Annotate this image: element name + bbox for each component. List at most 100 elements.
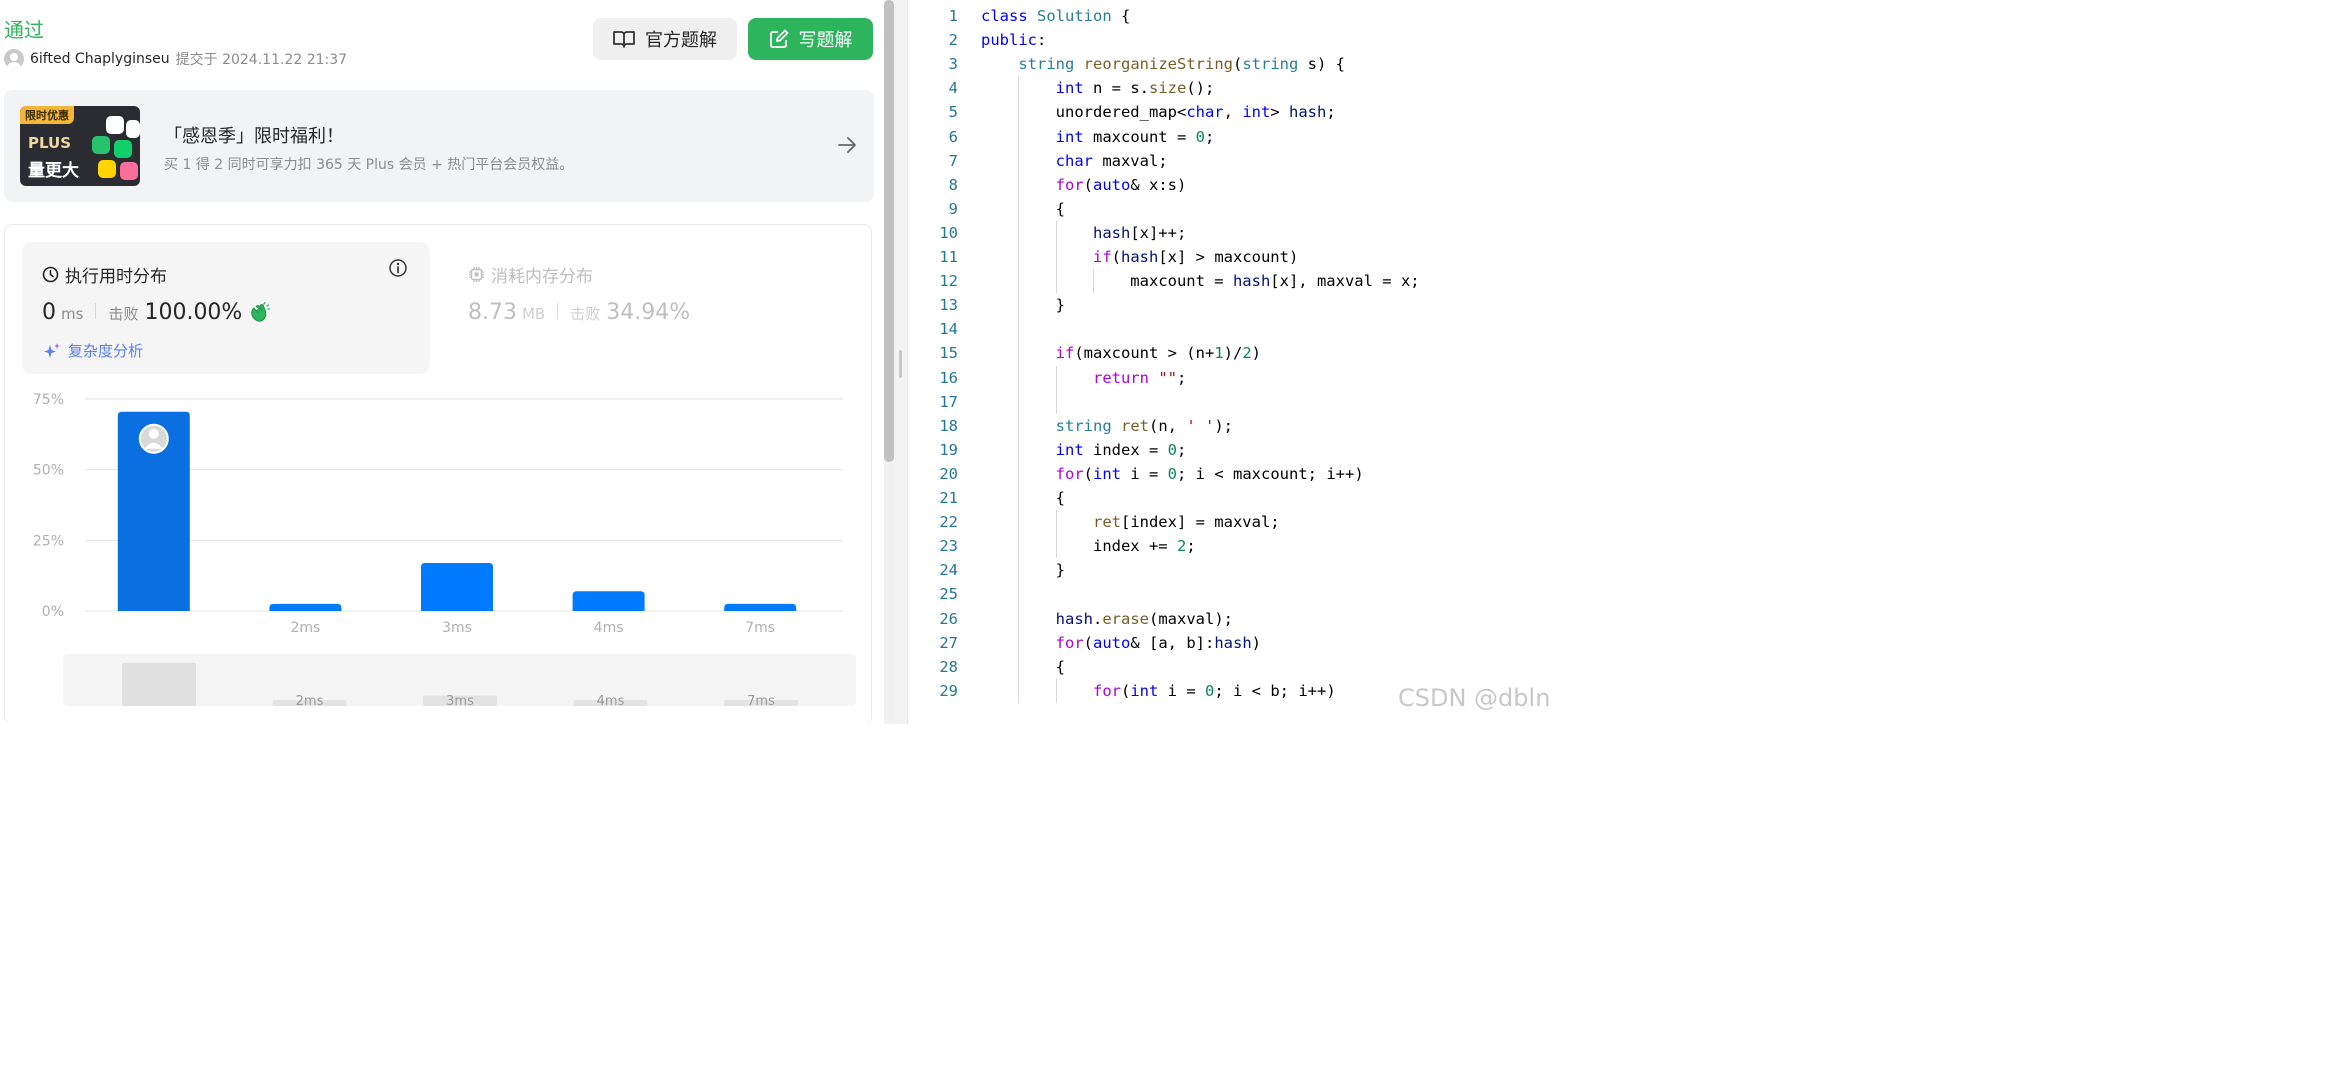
code-text: ret[index] = maxval; — [1092, 513, 1280, 532]
code-line[interactable]: 6 int maxcount = 0; — [908, 125, 1568, 149]
code-editor[interactable]: 1 class Solution { 2 public: 3 string reorga… — [908, 4, 1568, 724]
code-line[interactable]: 8 for(auto& x:s) — [908, 173, 1568, 197]
code-line[interactable]: 15 if(maxcount > (n+1)/2) — [908, 341, 1568, 365]
line-number: 16 — [939, 368, 958, 387]
code-text: public: — [981, 31, 1047, 50]
code-text: if(hash[x] > maxcount) — [1092, 248, 1299, 266]
line-number: 25 — [939, 585, 958, 604]
code-text: int maxcount = 0; — [1055, 127, 1215, 146]
line-number: 17 — [939, 392, 958, 411]
brush-bar — [122, 662, 196, 706]
line-number: 21 — [939, 489, 958, 507]
code-text: { — [981, 199, 1065, 218]
avatar-head — [148, 428, 159, 439]
chart-bar[interactable] — [421, 562, 493, 611]
code-line[interactable]: 13 } — [908, 293, 1568, 317]
code-line[interactable]: 4 int n = s.size(); — [908, 76, 1568, 100]
brush-tick-label: 7ms — [747, 694, 775, 706]
code-line[interactable]: 2 public: — [908, 28, 1568, 52]
line-number: 12 — [939, 272, 958, 291]
line-number: 10 — [939, 223, 958, 242]
code-text: class Solution { — [981, 7, 1131, 25]
line-number: 9 — [948, 199, 958, 218]
runtime-distribution-chart[interactable]: 75% 50% 25% 0% 2ms 3ms 4ms 7ms — [0, 0, 884, 650]
code-text: unordered_map<char, int> hash; — [981, 103, 1336, 122]
y-tick-label: 50% — [33, 463, 64, 479]
y-tick-label: 75% — [33, 392, 64, 408]
panel-resize-handle[interactable] — [894, 0, 908, 724]
drag-handle-icon[interactable] — [899, 350, 902, 378]
brush-tick-label: 4ms — [597, 694, 625, 706]
indent-guide — [1055, 365, 1057, 414]
x-tick-label: 3ms — [442, 620, 472, 636]
line-number: 24 — [939, 561, 958, 580]
line-number: 23 — [939, 537, 958, 556]
code-line[interactable]: 17 — [908, 390, 1568, 414]
line-number: 20 — [939, 464, 958, 483]
line-number: 18 — [939, 416, 958, 435]
scrollbar-thumb[interactable] — [884, 0, 894, 462]
code-text: maxcount = hash[x], maxval = x; — [981, 272, 1420, 291]
code-line[interactable]: 5 unordered_map<char, int> hash; — [908, 100, 1568, 124]
indent-guide — [1055, 510, 1057, 559]
code-line[interactable]: 25 — [908, 582, 1568, 606]
brush-preview: 2ms 3ms 4ms 7ms — [122, 662, 798, 706]
line-number: 15 — [939, 344, 958, 363]
code-text: int n = s.size(); — [1055, 79, 1215, 98]
code-text: if(maxcount > (n+1)/2) — [1055, 344, 1262, 363]
code-line[interactable]: 7 char maxval; — [908, 149, 1568, 173]
code-line[interactable]: 1 class Solution { — [908, 4, 1568, 28]
code-line[interactable]: 20 for(int i = 0; i < maxcount; i++) — [908, 462, 1568, 486]
line-number: 14 — [939, 320, 958, 339]
line-number: 28 — [939, 657, 958, 676]
code-text: { — [981, 489, 1065, 507]
code-text: index += 2; — [981, 537, 1196, 556]
code-text: int index = 0; — [1055, 440, 1187, 459]
code-line[interactable]: 19 int index = 0; — [908, 438, 1568, 462]
code-line[interactable]: 14 — [908, 317, 1568, 341]
line-number: 26 — [939, 609, 958, 628]
code-line[interactable]: 28 { — [908, 655, 1568, 679]
chart-range-brush[interactable]: 2ms 3ms 4ms 7ms — [63, 654, 856, 706]
code-line[interactable]: 3 string reorganizeString(string s) { — [908, 52, 1568, 76]
code-line[interactable]: 23 index += 2; — [908, 534, 1568, 558]
brush-tick-label: 3ms — [446, 694, 474, 706]
code-line[interactable]: 27 for(auto& [a, b]:hash) — [908, 631, 1568, 655]
line-number: 11 — [939, 248, 958, 266]
chart-bar[interactable] — [724, 603, 797, 611]
code-line[interactable]: 12 maxcount = hash[x], maxval = x; — [908, 269, 1568, 293]
line-number: 2 — [948, 31, 958, 50]
code-line[interactable]: 21 { — [908, 486, 1568, 510]
line-number: 1 — [948, 7, 958, 25]
code-text: hash[x]++; — [1092, 223, 1187, 242]
indent-guide — [1055, 678, 1057, 703]
line-number: 22 — [939, 513, 958, 532]
code-line[interactable]: 10 hash[x]++; — [908, 221, 1568, 245]
code-line[interactable]: 22 ret[index] = maxval; — [908, 510, 1568, 534]
chart-bar[interactable] — [269, 603, 342, 611]
chart-bar[interactable] — [572, 591, 645, 611]
code-text: char maxval; — [1055, 151, 1168, 170]
left-panel-scrollbar[interactable] — [884, 0, 894, 724]
line-number: 19 — [939, 440, 958, 459]
code-line[interactable]: 9 { — [908, 197, 1568, 221]
x-tick-label: 7ms — [745, 620, 775, 636]
code-text: for(int i = 0; i < maxcount; i++) — [1055, 464, 1364, 483]
indent-guide — [1018, 76, 1020, 703]
line-number: 5 — [948, 103, 958, 122]
app-root: 通过 6ifted Chaplyginseu 提交于 2024.11.22 21… — [0, 0, 1568, 724]
code-line[interactable]: 26 hash.erase(maxval); — [908, 607, 1568, 631]
line-number: 13 — [939, 296, 958, 315]
line-number: 3 — [948, 55, 958, 74]
code-text: } — [981, 296, 1065, 315]
code-line[interactable]: 11 if(hash[x] > maxcount) — [908, 245, 1568, 269]
code-text: return ""; — [1092, 368, 1187, 387]
code-text: for(int i = 0; i < b; i++) — [1092, 681, 1336, 700]
code-line[interactable]: 24 } — [908, 558, 1568, 582]
code-line[interactable]: 18 string ret(n, ' '); — [908, 414, 1568, 438]
brush-tick-label: 2ms — [296, 694, 324, 706]
code-text: for(auto& x:s) — [1055, 175, 1187, 194]
line-number: 29 — [939, 681, 958, 700]
code-line[interactable]: 16 return ""; — [908, 366, 1568, 390]
line-number: 7 — [948, 151, 958, 170]
